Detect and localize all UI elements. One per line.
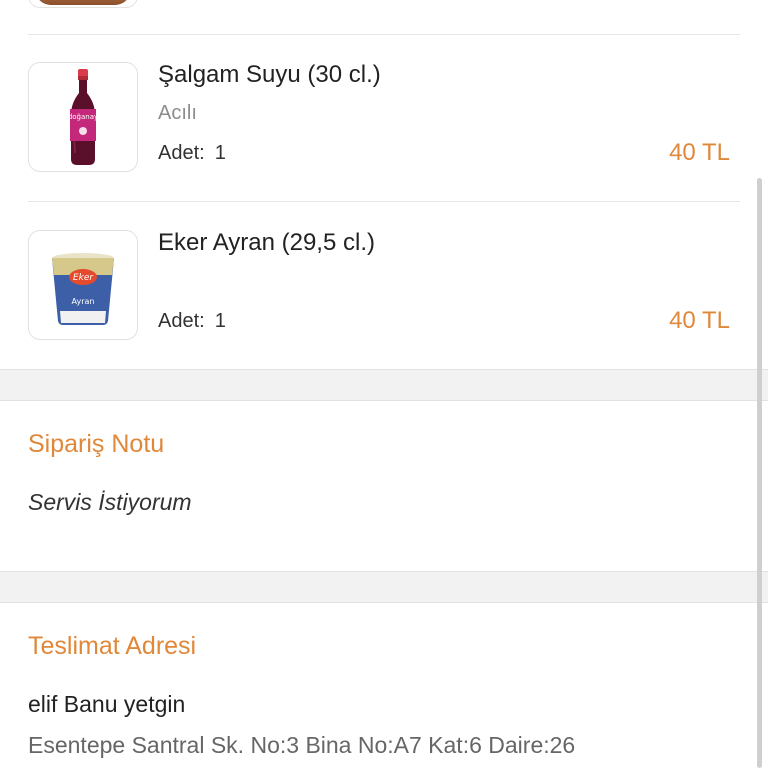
item-price: 40 TL <box>669 307 730 334</box>
section-separator <box>0 369 768 401</box>
item-divider <box>28 34 740 35</box>
scrollbar[interactable] <box>757 178 762 768</box>
item-name: Eker Ayran (29,5 cl.) <box>158 229 375 256</box>
cup-product-text: Ayran <box>72 297 95 306</box>
quantity-value: 1 <box>214 142 226 164</box>
item-name: Şalgam Suyu (30 cl.) <box>158 61 381 88</box>
item-price: 40 TL <box>669 139 730 166</box>
order-note-title: Sipariş Notu <box>28 430 165 458</box>
item-option: Acılı <box>158 102 197 124</box>
bottle-brand-text: doğanay <box>68 113 98 121</box>
order-note-text: Servis İstiyorum <box>28 489 192 515</box>
ayran-cup-icon: Eker Ayran <box>52 253 114 325</box>
item-quantity: Adet: 1 <box>158 310 226 332</box>
order-detail-screen: doğanay Şalgam Suyu (30 cl.) Acılı Adet:… <box>0 0 768 768</box>
address-line: Esentepe Santral Sk. No:3 Bina No:A7 Kat… <box>28 732 576 758</box>
item-quantity: Adet: 1 <box>158 142 226 164</box>
quantity-value: 1 <box>214 310 226 332</box>
previous-item-thumbnail <box>28 0 138 8</box>
section-separator <box>0 571 768 603</box>
order-item: Eker Ayran Eker Ayran (29,5 cl.) Adet: 1 … <box>0 230 768 342</box>
cup-brand-text: Eker <box>73 273 94 283</box>
food-image <box>35 0 131 5</box>
quantity-label: Adet: <box>158 142 205 164</box>
order-item: doğanay Şalgam Suyu (30 cl.) Acılı Adet:… <box>0 62 768 174</box>
item-divider <box>28 201 740 202</box>
quantity-label: Adet: <box>158 310 205 332</box>
salgam-bottle-icon: doğanay <box>68 69 98 165</box>
delivery-address-title: Teslimat Adresi <box>28 632 197 660</box>
salgam-bottle-image: doğanay <box>28 62 138 172</box>
ayran-cup-image: Eker Ayran <box>28 230 138 340</box>
recipient-name: elif Banu yetgin <box>28 691 186 717</box>
